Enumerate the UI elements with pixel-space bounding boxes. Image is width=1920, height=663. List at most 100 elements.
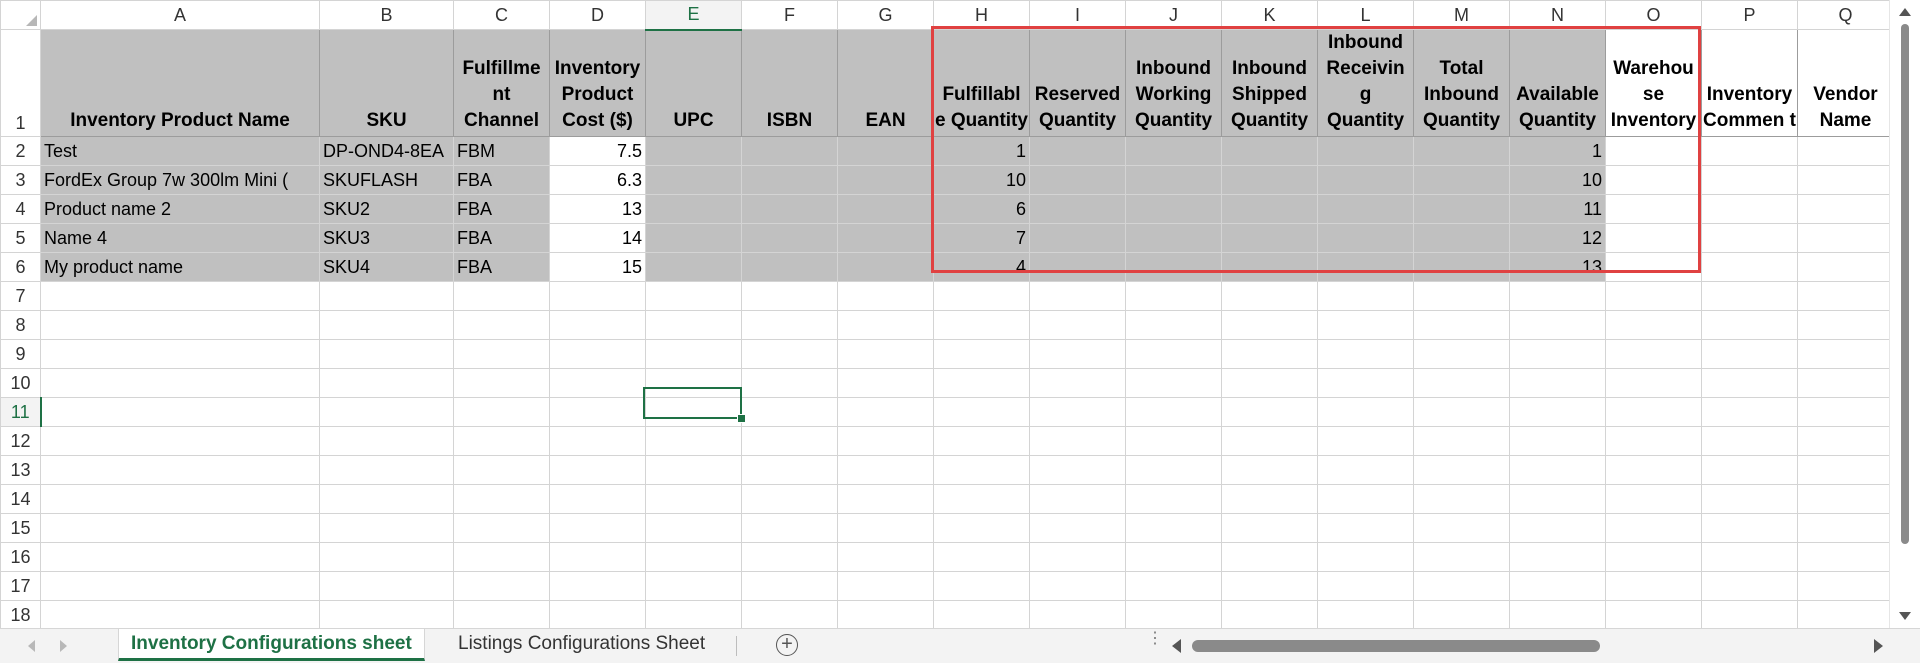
next-sheet-icon[interactable]: [60, 640, 67, 652]
cell-d15[interactable]: [549, 513, 646, 543]
cell-k2[interactable]: [1221, 136, 1318, 166]
cell-o16[interactable]: [1605, 542, 1702, 572]
cell-m3[interactable]: [1413, 165, 1510, 195]
cell-i12[interactable]: [1029, 426, 1126, 456]
header-cell-i[interactable]: Reserved Quantity: [1029, 29, 1126, 137]
cell-n12[interactable]: [1509, 426, 1606, 456]
cell-b11[interactable]: [319, 397, 454, 427]
cell-k15[interactable]: [1221, 513, 1318, 543]
column-header-a[interactable]: A: [40, 0, 320, 30]
cell-l12[interactable]: [1317, 426, 1414, 456]
cell-i5[interactable]: [1029, 223, 1126, 253]
row-header-16[interactable]: 16: [0, 542, 41, 572]
cell-c13[interactable]: [453, 455, 550, 485]
cell-f15[interactable]: [741, 513, 838, 543]
header-cell-m[interactable]: Total Inbound Quantity: [1413, 29, 1510, 137]
cell-b10[interactable]: [319, 368, 454, 398]
cell-g17[interactable]: [837, 571, 934, 601]
cell-j7[interactable]: [1125, 281, 1222, 311]
cell-j15[interactable]: [1125, 513, 1222, 543]
cell-m8[interactable]: [1413, 310, 1510, 340]
cell-p4[interactable]: [1701, 194, 1798, 224]
cell-f8[interactable]: [741, 310, 838, 340]
row-header-8[interactable]: 8: [0, 310, 41, 340]
cell-n9[interactable]: [1509, 339, 1606, 369]
column-header-g[interactable]: G: [837, 0, 934, 30]
cell-g2[interactable]: [837, 136, 934, 166]
row-header-4[interactable]: 4: [0, 194, 41, 224]
cell-n10[interactable]: [1509, 368, 1606, 398]
header-cell-j[interactable]: Inbound Working Quantity: [1125, 29, 1222, 137]
cell-f16[interactable]: [741, 542, 838, 572]
cell-b17[interactable]: [319, 571, 454, 601]
header-cell-e[interactable]: UPC: [645, 29, 742, 137]
cell-h6[interactable]: 4: [933, 252, 1030, 282]
cell-j16[interactable]: [1125, 542, 1222, 572]
column-header-m[interactable]: M: [1413, 0, 1510, 30]
cell-b14[interactable]: [319, 484, 454, 514]
header-cell-o[interactable]: Warehou se Inventory: [1605, 29, 1702, 137]
scroll-up-icon[interactable]: [1899, 8, 1911, 16]
row-header-14[interactable]: 14: [0, 484, 41, 514]
cell-n17[interactable]: [1509, 571, 1606, 601]
cell-m6[interactable]: [1413, 252, 1510, 282]
cell-j3[interactable]: [1125, 165, 1222, 195]
cell-o6[interactable]: [1605, 252, 1702, 282]
header-cell-q[interactable]: Vendor Name: [1797, 29, 1890, 137]
cell-n3[interactable]: 10: [1509, 165, 1606, 195]
cell-i15[interactable]: [1029, 513, 1126, 543]
cell-e9[interactable]: [645, 339, 742, 369]
cell-f13[interactable]: [741, 455, 838, 485]
cell-k14[interactable]: [1221, 484, 1318, 514]
cell-l13[interactable]: [1317, 455, 1414, 485]
cell-h11[interactable]: [933, 397, 1030, 427]
cell-j11[interactable]: [1125, 397, 1222, 427]
cell-i18[interactable]: [1029, 600, 1126, 628]
cell-l18[interactable]: [1317, 600, 1414, 628]
column-header-h[interactable]: H: [933, 0, 1030, 30]
cell-k13[interactable]: [1221, 455, 1318, 485]
cell-g4[interactable]: [837, 194, 934, 224]
cell-a7[interactable]: [40, 281, 320, 311]
cell-o13[interactable]: [1605, 455, 1702, 485]
cell-j9[interactable]: [1125, 339, 1222, 369]
cell-l15[interactable]: [1317, 513, 1414, 543]
cell-a4[interactable]: Product name 2: [40, 194, 320, 224]
cell-n16[interactable]: [1509, 542, 1606, 572]
cell-a13[interactable]: [40, 455, 320, 485]
cell-q5[interactable]: [1797, 223, 1890, 253]
cell-o18[interactable]: [1605, 600, 1702, 628]
cell-e3[interactable]: [645, 165, 742, 195]
cell-b9[interactable]: [319, 339, 454, 369]
cell-b3[interactable]: SKUFLASH: [319, 165, 454, 195]
cell-n18[interactable]: [1509, 600, 1606, 628]
cell-m11[interactable]: [1413, 397, 1510, 427]
cell-d16[interactable]: [549, 542, 646, 572]
cell-a8[interactable]: [40, 310, 320, 340]
cell-p6[interactable]: [1701, 252, 1798, 282]
cell-b5[interactable]: SKU3: [319, 223, 454, 253]
cell-k5[interactable]: [1221, 223, 1318, 253]
row-header-11[interactable]: 11: [0, 397, 42, 427]
cell-q13[interactable]: [1797, 455, 1890, 485]
cell-m17[interactable]: [1413, 571, 1510, 601]
header-cell-p[interactable]: Inventory Commen t: [1701, 29, 1798, 137]
cell-a18[interactable]: [40, 600, 320, 628]
cell-n14[interactable]: [1509, 484, 1606, 514]
cell-p11[interactable]: [1701, 397, 1798, 427]
header-cell-b[interactable]: SKU: [319, 29, 454, 137]
cell-d8[interactable]: [549, 310, 646, 340]
cell-l9[interactable]: [1317, 339, 1414, 369]
cell-m13[interactable]: [1413, 455, 1510, 485]
cell-o14[interactable]: [1605, 484, 1702, 514]
cell-d9[interactable]: [549, 339, 646, 369]
row-header-18[interactable]: 18: [0, 600, 41, 628]
cell-d3[interactable]: 6.3: [549, 165, 646, 195]
cell-f2[interactable]: [741, 136, 838, 166]
scroll-down-icon[interactable]: [1899, 612, 1911, 620]
cell-a16[interactable]: [40, 542, 320, 572]
cell-q15[interactable]: [1797, 513, 1890, 543]
cell-b15[interactable]: [319, 513, 454, 543]
cell-h15[interactable]: [933, 513, 1030, 543]
cell-g11[interactable]: [837, 397, 934, 427]
